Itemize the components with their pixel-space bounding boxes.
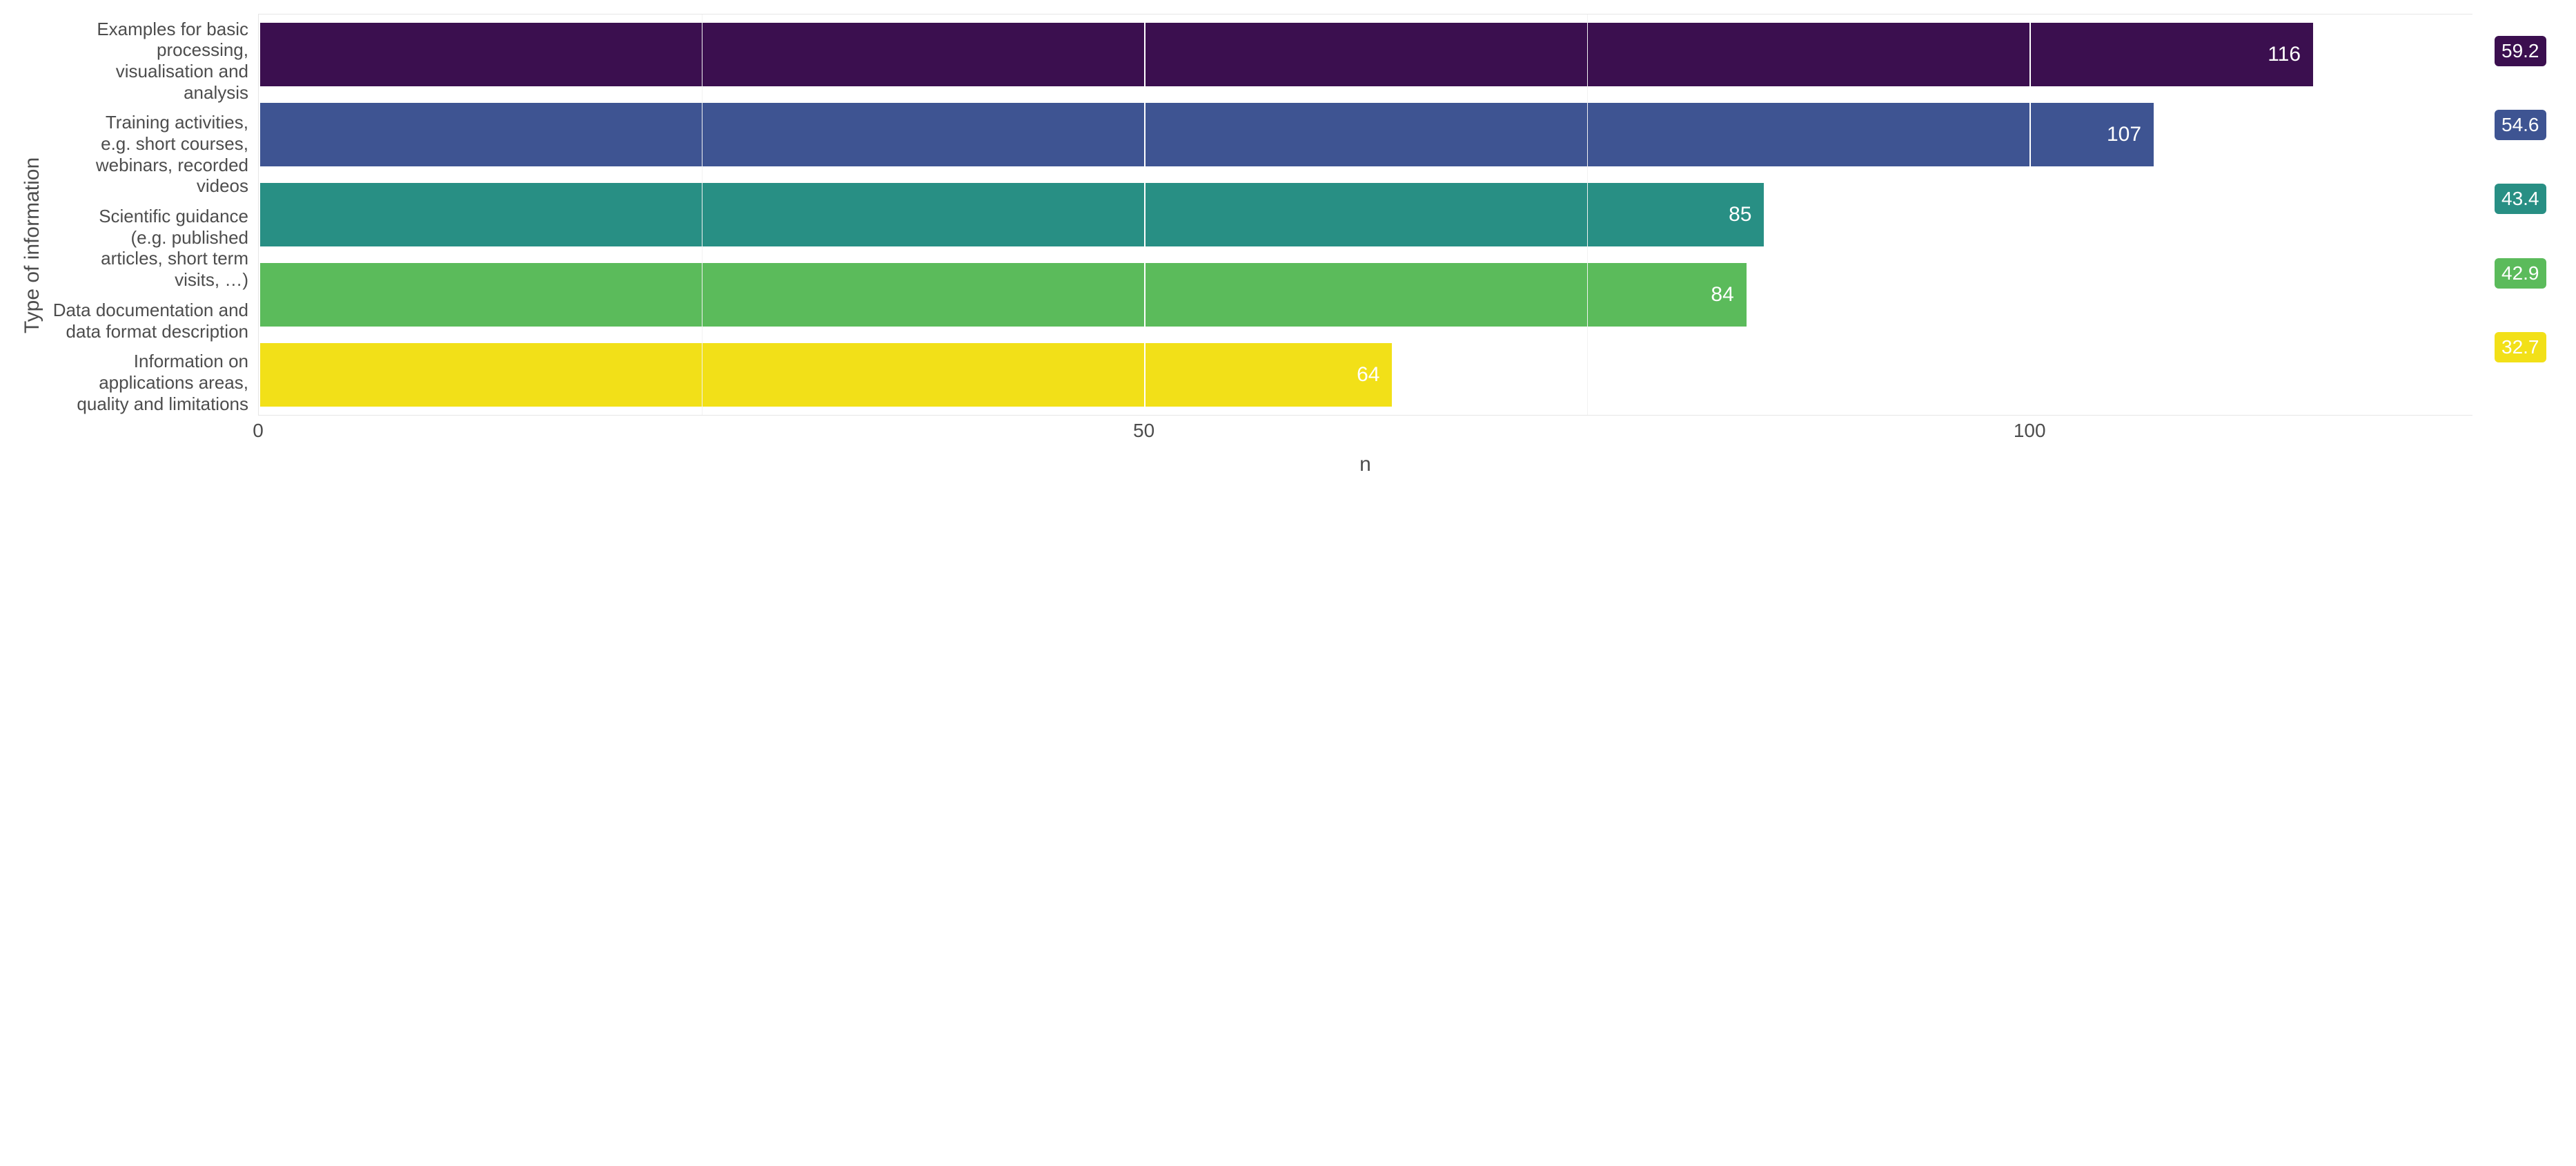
category-label: Data documentation and data format descr… xyxy=(44,300,258,342)
bar: 116 xyxy=(259,23,2313,87)
percent-badge: 59.2 xyxy=(2495,36,2546,66)
bar-value-label: 84 xyxy=(1711,283,1733,307)
category-label: Scientific guidance (e.g. published arti… xyxy=(44,206,258,291)
plot-panel-column: 116 107 85 84 64 xyxy=(258,14,2472,476)
bar-row: 64 xyxy=(259,343,2472,407)
x-axis-ticks: 050100 xyxy=(258,420,2472,440)
y-axis-title: Type of information xyxy=(14,14,44,476)
x-tick-label: 100 xyxy=(2014,420,2046,442)
chart-body: Type of information Examples for basic p… xyxy=(14,14,2548,476)
y-axis-category-labels: Examples for basic processing, visualisa… xyxy=(44,14,258,476)
plot-panel: 116 107 85 84 64 xyxy=(258,14,2472,416)
bar: 85 xyxy=(259,183,1764,247)
bar-row: 84 xyxy=(259,263,2472,327)
bar: 84 xyxy=(259,263,1747,327)
percent-badge: 42.9 xyxy=(2495,258,2546,289)
x-tick-label: 0 xyxy=(253,420,264,442)
bar: 107 xyxy=(259,103,2154,167)
bar-value-label: 85 xyxy=(1729,203,1751,226)
bar-row: 116 xyxy=(259,23,2472,87)
bar: 64 xyxy=(259,343,1392,407)
percent-badge: 43.4 xyxy=(2495,184,2546,214)
bar-value-label: 116 xyxy=(2268,43,2301,66)
category-label: Information on applications areas, quali… xyxy=(44,351,258,414)
bar-value-label: 64 xyxy=(1357,363,1379,387)
bars-container: 116 107 85 84 64 xyxy=(259,14,2472,415)
percent-badges-column: 59.2 54.6 43.4 42.9 32.7 xyxy=(2472,14,2548,476)
category-label: Training activities, e.g. short courses,… xyxy=(44,112,258,197)
percent-badge: 54.6 xyxy=(2495,110,2546,140)
horizontal-bar-chart: Type of information Examples for basic p… xyxy=(0,0,2576,518)
bar-value-label: 107 xyxy=(2107,123,2141,146)
x-axis-title: n xyxy=(258,453,2472,476)
category-label: Examples for basic processing, visualisa… xyxy=(44,19,258,104)
x-tick-label: 50 xyxy=(1133,420,1154,442)
bar-row: 107 xyxy=(259,103,2472,167)
percent-badge: 32.7 xyxy=(2495,332,2546,362)
bar-row: 85 xyxy=(259,183,2472,247)
